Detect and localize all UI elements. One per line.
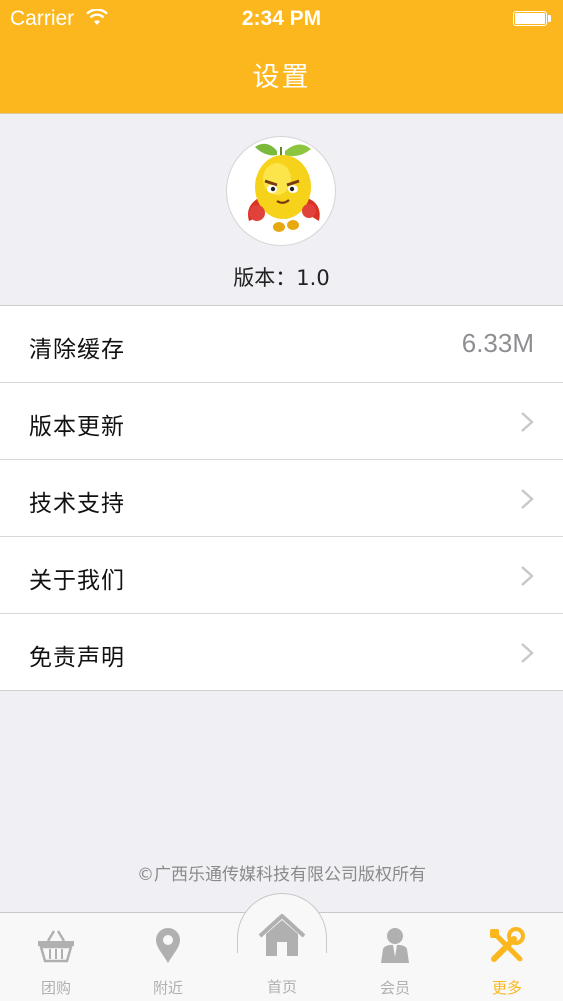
clear-cache-row[interactable]: 清除缓存 6.33M xyxy=(0,306,563,383)
status-time: 2:34 PM xyxy=(241,7,322,30)
cache-size-value: 6.33M xyxy=(461,328,534,358)
tab-group-buy[interactable]: 团购 xyxy=(0,913,112,1001)
member-icon xyxy=(381,928,409,963)
tab-more[interactable]: 更多 xyxy=(451,913,563,1001)
tab-home[interactable]: 首页 xyxy=(225,912,339,1000)
tab-label: 更多 xyxy=(491,979,522,997)
chevron-right-icon xyxy=(521,412,534,432)
tab-member[interactable]: 会员 xyxy=(339,913,451,1001)
page-title: 设置 xyxy=(252,62,311,93)
tab-label: 附近 xyxy=(152,979,183,997)
battery-icon xyxy=(513,11,551,26)
home-icon xyxy=(258,914,306,956)
chevron-right-icon xyxy=(521,643,534,663)
nav-bar: 设置 xyxy=(0,40,563,114)
tab-label: 团购 xyxy=(40,979,71,997)
tab-nearby[interactable]: 附近 xyxy=(112,913,224,1001)
clear-cache-label: 清除缓存 xyxy=(29,337,125,363)
disclaimer-label: 免责声明 xyxy=(29,645,125,671)
version-label: 版本：1.0 xyxy=(233,266,330,290)
tech-support-row[interactable]: 技术支持 xyxy=(0,460,563,537)
basket-icon xyxy=(38,930,74,963)
tools-icon xyxy=(490,927,525,962)
chevron-right-icon xyxy=(521,489,534,509)
about-us-row[interactable]: 关于我们 xyxy=(0,537,563,614)
version-update-row[interactable]: 版本更新 xyxy=(0,383,563,460)
tech-support-label: 技术支持 xyxy=(29,491,125,517)
settings-list: 清除缓存 6.33M 版本更新 技术支持 关于我们 免责声明 xyxy=(0,305,563,691)
location-pin-icon xyxy=(156,928,180,963)
avatar xyxy=(226,136,336,246)
chevron-right-icon xyxy=(521,566,534,586)
disclaimer-row[interactable]: 免责声明 xyxy=(0,614,563,690)
tab-label: 首页 xyxy=(266,978,297,996)
mango-mascot-icon xyxy=(248,143,320,232)
status-bar: Carrier 2:34 PM xyxy=(0,0,563,40)
copyright-text: ©广西乐通传媒科技有限公司版权所有 xyxy=(137,865,426,885)
tab-label: 会员 xyxy=(379,979,410,997)
version-update-label: 版本更新 xyxy=(29,414,125,440)
about-us-label: 关于我们 xyxy=(29,568,125,594)
